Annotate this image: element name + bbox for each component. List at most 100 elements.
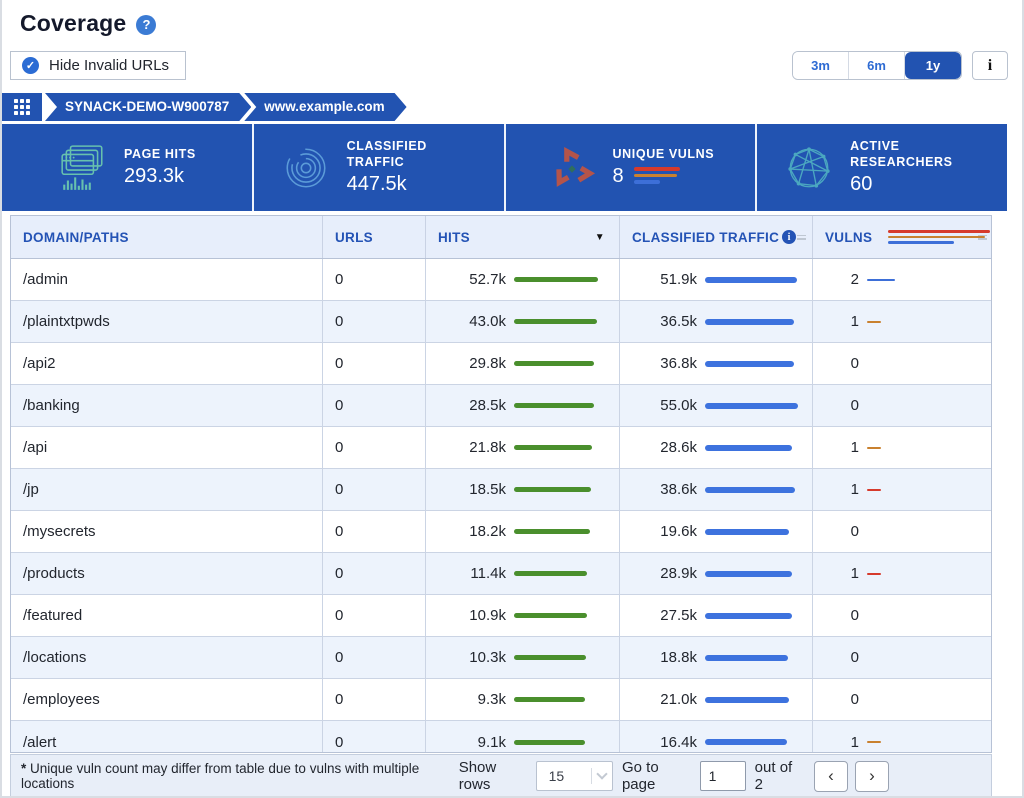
sort-desc-icon[interactable]: ▼ xyxy=(595,232,605,243)
vulns-cell: 1 xyxy=(813,553,991,594)
total-pages-label: out of 2 xyxy=(754,759,793,793)
domain-path-cell: /employees xyxy=(11,679,323,720)
column-header-urls[interactable]: URLS xyxy=(323,216,426,258)
breadcrumb: SYNACK-DEMO-W900787 www.example.com xyxy=(2,93,1022,121)
table-row[interactable]: /admin 0 52.7k 51.9k 2 xyxy=(11,259,991,301)
domain-path-cell: /api2 xyxy=(11,343,323,384)
hits-cell: 28.5k xyxy=(426,385,620,426)
classified-traffic-cell: 36.5k xyxy=(620,301,813,342)
hits-cell: 10.9k xyxy=(426,595,620,636)
vulns-legend-lines xyxy=(888,230,991,244)
previous-page-button[interactable]: ‹ xyxy=(814,760,848,792)
urls-cell: 0 xyxy=(323,511,426,552)
urls-cell: 0 xyxy=(323,595,426,636)
column-header-vulns[interactable]: VULNS xyxy=(813,216,993,258)
hits-bar xyxy=(514,613,587,618)
domain-path-cell: /products xyxy=(11,553,323,594)
urls-cell: 0 xyxy=(323,343,426,384)
time-range-6m-button[interactable]: 6m xyxy=(849,52,905,79)
hits-cell: 29.8k xyxy=(426,343,620,384)
urls-cell: 0 xyxy=(323,637,426,678)
table-row[interactable]: /api 0 21.8k 28.6k 1 xyxy=(11,427,991,469)
urls-cell: 0 xyxy=(323,427,426,468)
vuln-line xyxy=(867,488,881,491)
vulns-cell: 1 xyxy=(813,469,991,510)
table-row[interactable]: /employees 0 9.3k 21.0k 0 xyxy=(11,679,991,721)
stat-value: 60 xyxy=(850,173,873,196)
urls-cell: 0 xyxy=(323,679,426,720)
table-row[interactable]: /locations 0 10.3k 18.8k 0 xyxy=(11,637,991,679)
table-row[interactable]: /banking 0 28.5k 55.0k 0 xyxy=(11,385,991,427)
info-button[interactable]: i xyxy=(972,51,1008,80)
table-header: DOMAIN/PATHS URLS HITS ▼ CLASSIFIED TRAF… xyxy=(11,216,991,259)
classified-traffic-cell: 28.6k xyxy=(620,427,813,468)
classified-traffic-bar xyxy=(705,696,789,703)
classified-traffic-bar xyxy=(705,528,789,535)
hits-bar xyxy=(514,529,590,534)
domain-path-cell: /banking xyxy=(11,385,323,426)
table-row[interactable]: /jp 0 18.5k 38.6k 1 xyxy=(11,469,991,511)
table-row[interactable]: /products 0 11.4k 28.9k 1 xyxy=(11,553,991,595)
vuln-line xyxy=(867,741,881,743)
footer-note: * Unique vuln count may differ from tabl… xyxy=(21,761,420,791)
checked-circle-icon: ✓ xyxy=(22,57,39,74)
hide-invalid-urls-toggle[interactable]: ✓ Hide Invalid URLs xyxy=(10,51,187,80)
table-row[interactable]: /api2 0 29.8k 36.8k 0 xyxy=(11,343,991,385)
time-range-group: 3m 6m 1y xyxy=(792,51,962,80)
column-header-domain-paths[interactable]: DOMAIN/PATHS xyxy=(11,216,323,258)
classified-traffic-bar xyxy=(705,444,792,451)
time-range-1y-button[interactable]: 1y xyxy=(905,52,961,79)
table-row[interactable]: /featured 0 10.9k 27.5k 0 xyxy=(11,595,991,637)
stat-unique-vulns: UNIQUE VULNS 8 xyxy=(506,124,758,211)
breadcrumb-grid-icon[interactable] xyxy=(2,93,42,121)
stat-classified-traffic: CLASSIFIED TRAFFIC 447.5k xyxy=(254,124,506,211)
table-row[interactable]: /plaintxtpwds 0 43.0k 36.5k 1 xyxy=(11,301,991,343)
hits-bar xyxy=(514,571,587,576)
coverage-page: Coverage ? ✓ Hide Invalid URLs 3m 6m 1y … xyxy=(0,0,1024,798)
stat-label: UNIQUE VULNS xyxy=(612,146,715,161)
table-row[interactable]: /mysecrets 0 18.2k 19.6k 0 xyxy=(11,511,991,553)
classified-traffic-cell: 27.5k xyxy=(620,595,813,636)
vulns-cell: 0 xyxy=(850,397,859,414)
classified-traffic-bar xyxy=(705,739,787,745)
next-page-button[interactable]: › xyxy=(855,760,889,792)
help-icon[interactable]: ? xyxy=(136,14,157,35)
urls-cell: 0 xyxy=(323,553,426,594)
domain-path-cell: /locations xyxy=(11,637,323,678)
urls-cell: 0 xyxy=(323,721,426,752)
vulns-cell: 0 xyxy=(850,607,859,624)
stat-active-researchers: ACTIVE RESEARCHERS 60 xyxy=(757,124,1007,211)
controls-row: ✓ Hide Invalid URLs 3m 6m 1y i xyxy=(2,37,1022,80)
column-header-classified-traffic[interactable]: CLASSIFIED TRAFFIC i xyxy=(620,216,813,258)
hits-bar xyxy=(514,277,598,282)
coverage-table: DOMAIN/PATHS URLS HITS ▼ CLASSIFIED TRAF… xyxy=(10,215,992,753)
classified-traffic-cell: 55.0k xyxy=(620,385,813,426)
breadcrumb-segment-assessment[interactable]: SYNACK-DEMO-W900787 xyxy=(45,93,251,121)
table-row[interactable]: /alert 0 9.1k 16.4k 1 xyxy=(11,721,991,752)
vuln-severity-bars xyxy=(633,167,680,184)
column-resize-handle[interactable] xyxy=(797,234,806,240)
breadcrumb-segment-domain[interactable]: www.example.com xyxy=(244,93,406,121)
column-header-hits[interactable]: HITS ▼ xyxy=(426,216,620,258)
active-researchers-icon xyxy=(788,146,830,188)
page-number-input[interactable] xyxy=(699,761,746,791)
classified-traffic-info-icon[interactable]: i xyxy=(782,230,797,244)
vulns-cell: 0 xyxy=(850,649,859,666)
urls-cell: 0 xyxy=(323,385,426,426)
classified-traffic-bar xyxy=(705,612,792,619)
classified-traffic-cell: 51.9k xyxy=(620,259,813,300)
time-range-3m-button[interactable]: 3m xyxy=(793,52,849,79)
classified-traffic-bar xyxy=(705,318,794,325)
classified-traffic-bar xyxy=(705,360,794,367)
table-footer: * Unique vuln count may differ from tabl… xyxy=(10,754,992,796)
hits-cell: 52.7k xyxy=(426,259,620,300)
classified-traffic-cell: 18.8k xyxy=(620,637,813,678)
classified-traffic-cell: 16.4k xyxy=(620,721,813,752)
pager-buttons: ‹ › xyxy=(814,760,889,792)
column-resize-handle[interactable] xyxy=(978,234,987,240)
rows-per-page-select[interactable]: 15 xyxy=(535,761,613,791)
classified-traffic-bar xyxy=(705,570,792,577)
stats-bar: PAGE HITS 293.3k CLASSIFIED TRAFFIC 447.… xyxy=(2,124,1007,211)
hits-bar xyxy=(514,655,586,660)
hits-cell: 9.3k xyxy=(426,679,620,720)
